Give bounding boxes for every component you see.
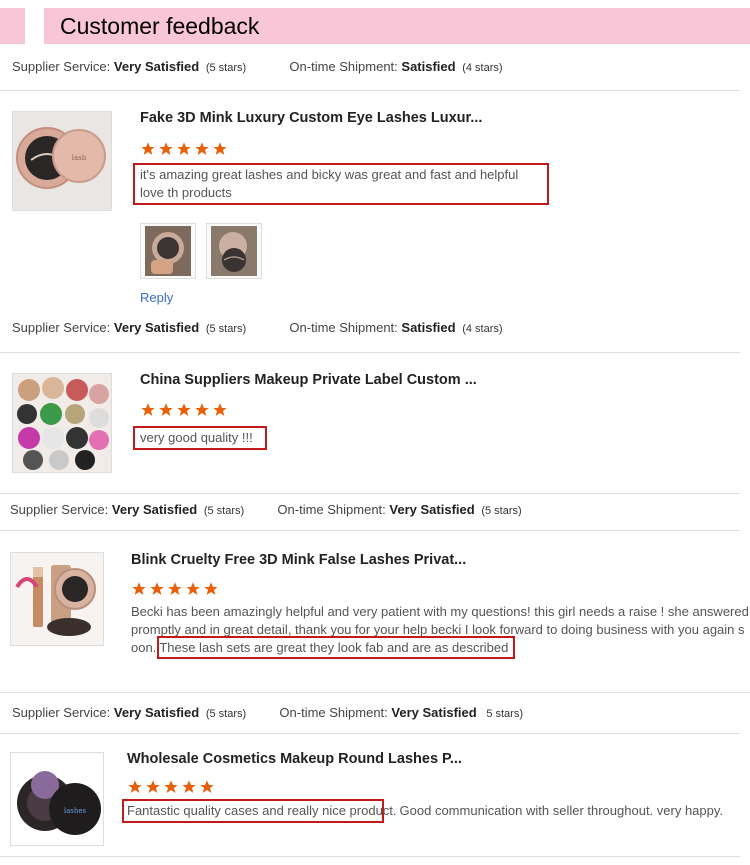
review-photo[interactable] — [206, 223, 262, 279]
header-accent — [0, 8, 25, 44]
star-icon — [185, 581, 201, 597]
review-ratings: Supplier Service: Very Satisfied (5 star… — [12, 320, 503, 335]
divider — [0, 90, 740, 91]
star-icon — [167, 581, 183, 597]
star-icon — [140, 141, 156, 157]
divider — [0, 493, 740, 494]
product-title[interactable]: China Suppliers Makeup Private Label Cus… — [140, 372, 477, 388]
review-text: it's amazing great lashes and bicky was … — [140, 167, 519, 200]
star-icon — [131, 581, 147, 597]
review-ratings: Supplier Service: Very Satisfied (5 star… — [12, 705, 523, 720]
divider — [0, 530, 740, 531]
review-text: very good quality !!! — [140, 430, 253, 445]
star-icon — [140, 402, 156, 418]
star-icon — [194, 402, 210, 418]
star-icon — [163, 779, 179, 795]
product-title[interactable]: Fake 3D Mink Luxury Custom Eye Lashes Lu… — [140, 110, 482, 126]
product-thumbnail[interactable]: lashes — [10, 752, 104, 846]
star-icon — [212, 141, 228, 157]
star-icon — [199, 779, 215, 795]
divider — [0, 692, 750, 693]
divider — [0, 352, 740, 353]
star-icon — [145, 779, 161, 795]
divider — [0, 856, 740, 857]
star-icon — [127, 779, 143, 795]
review-ratings: Supplier Service: Very Satisfied (5 star… — [10, 502, 522, 517]
review-text: Fantastic quality cases and really nice … — [127, 803, 724, 818]
product-thumbnail[interactable]: lash — [12, 111, 112, 211]
svg-text:lash: lash — [72, 154, 87, 162]
review-photo[interactable] — [140, 223, 196, 279]
highlight-box — [157, 636, 515, 659]
star-icon — [194, 141, 210, 157]
star-icon — [176, 402, 192, 418]
product-title[interactable]: Blink Cruelty Free 3D Mink False Lashes … — [131, 552, 466, 568]
star-icon — [212, 402, 228, 418]
product-thumbnail[interactable] — [10, 552, 104, 646]
rating-stars — [140, 402, 228, 418]
divider — [0, 733, 740, 734]
product-thumbnail[interactable] — [12, 373, 112, 473]
star-icon — [158, 402, 174, 418]
page-title: Customer feedback — [60, 13, 260, 39]
header-bar: Customer feedback — [44, 8, 750, 44]
star-icon — [149, 581, 165, 597]
star-icon — [181, 779, 197, 795]
summary-ratings: Supplier Service: Very Satisfied (5 star… — [12, 59, 503, 74]
reply-link[interactable]: Reply — [140, 290, 173, 305]
star-icon — [203, 581, 219, 597]
star-icon — [176, 141, 192, 157]
product-title[interactable]: Wholesale Cosmetics Makeup Round Lashes … — [127, 751, 462, 767]
star-icon — [158, 141, 174, 157]
rating-stars — [140, 141, 228, 157]
rating-stars — [127, 779, 215, 795]
rating-stars — [131, 581, 219, 597]
svg-text:lashes: lashes — [64, 807, 87, 815]
